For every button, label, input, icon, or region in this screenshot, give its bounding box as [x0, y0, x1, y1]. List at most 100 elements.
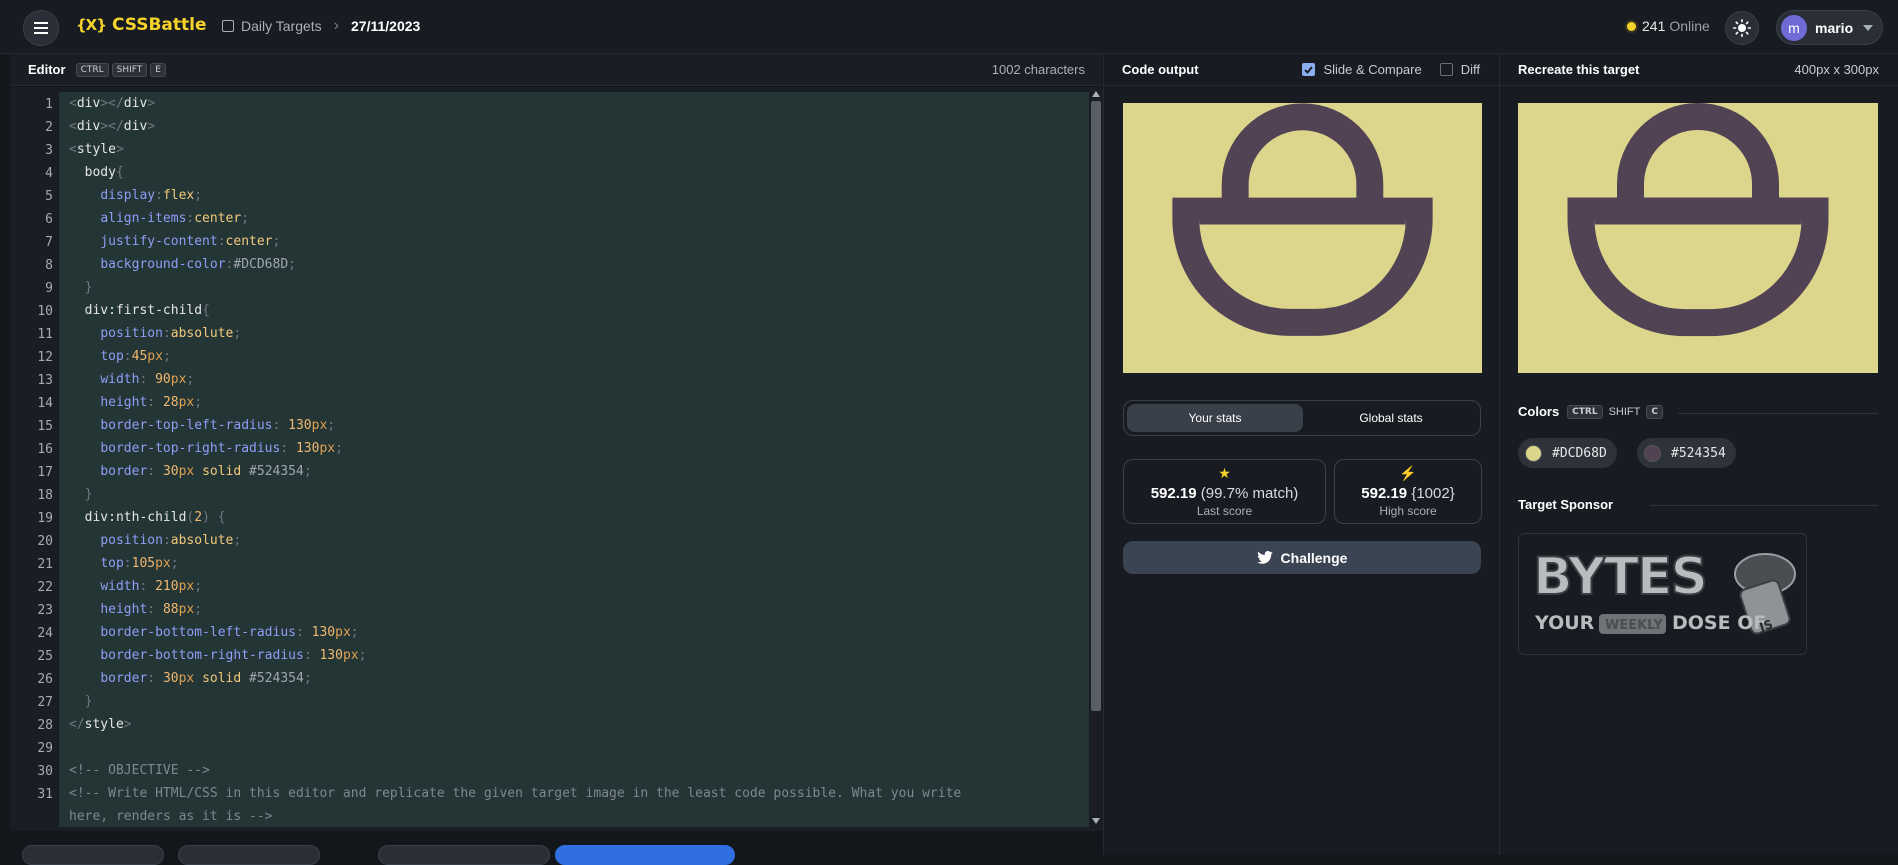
stats-tabs: Your stats Global stats: [1123, 400, 1481, 436]
line-number: 17: [37, 465, 53, 480]
online-indicator: 241 Online: [1627, 18, 1710, 34]
line-number: 15: [37, 419, 53, 434]
line-number-value: 4: [45, 166, 53, 181]
code-line: }: [84, 694, 93, 709]
editor-bottom-buttons: [10, 845, 1102, 865]
target-dimensions: 400px x 300px: [1794, 62, 1879, 77]
character-count: 1002 characters: [991, 62, 1085, 77]
code-line: align-items:center;: [100, 211, 250, 226]
editor-action-button[interactable]: [378, 845, 550, 865]
code-line: <div></div>: [69, 119, 156, 134]
line-number: 19⌄: [10, 507, 66, 530]
online-label: Online: [1669, 18, 1710, 34]
divider: [1650, 505, 1878, 506]
code-editor[interactable]: 1 2 3⌄ 4⌄ 5 6 7 8 9 10⌄ 11 12 13 14 15 1…: [10, 87, 1103, 831]
hamburger-icon: [34, 22, 48, 34]
shortcut-key: SHIFT: [1608, 405, 1641, 418]
logo[interactable]: {X} CSSBattle: [76, 15, 207, 35]
output-header: Code output Slide & Compare Diff: [1104, 54, 1499, 86]
line-number: 16: [37, 442, 53, 457]
avatar: m: [1781, 14, 1807, 41]
submit-button[interactable]: [555, 845, 735, 865]
code-line: border-bottom-right-radius: 130px;: [100, 648, 367, 663]
line-number: 28: [37, 718, 53, 733]
line-number-value: 19: [37, 511, 53, 526]
output-shape: [1172, 103, 1433, 336]
line-number: 5: [45, 189, 53, 204]
theme-toggle-button[interactable]: [1725, 11, 1759, 45]
user-name: mario: [1815, 19, 1854, 36]
sponsor-title: Target Sponsor: [1518, 497, 1614, 512]
editor-header: Editor CTRL SHIFT E 1002 characters: [10, 54, 1102, 86]
code-line: <style>: [69, 142, 124, 157]
sponsor-tag-dose: DOSE OF: [1672, 612, 1766, 634]
code-line: display:flex;: [100, 188, 203, 203]
line-number: 1: [45, 97, 53, 112]
line-number: 4⌄: [10, 162, 66, 185]
scroll-down-icon[interactable]: [1092, 818, 1100, 824]
line-number: 2: [45, 120, 53, 135]
colors-title: Colors: [1518, 404, 1560, 419]
chevron-right-icon: ›: [333, 17, 339, 34]
code-line: body{: [84, 165, 124, 180]
code-line: width: 210px;: [100, 579, 203, 594]
slide-compare-toggle[interactable]: Slide & Compare: [1302, 62, 1422, 77]
sponsor-logo[interactable]: BYTES YOUR WEEKLY DOSE OF JS: [1518, 533, 1807, 655]
line-number: 10⌄: [10, 300, 66, 323]
line-number: 20: [37, 534, 53, 549]
bytes-logo: BYTES YOUR WEEKLY DOSE OF JS: [1532, 546, 1796, 635]
shortcut-key: E: [150, 62, 166, 77]
sponsor-tag-your: YOUR: [1534, 612, 1595, 634]
code-line: <div></div>: [69, 96, 156, 111]
editor-action-button[interactable]: [178, 845, 320, 865]
checkbox-checked-icon: [1302, 63, 1316, 76]
code-line: </style>: [69, 717, 132, 732]
sponsor-word: BYTES: [1533, 547, 1706, 607]
editor-action-button[interactable]: [22, 845, 164, 865]
scroll-thumb[interactable]: [1091, 101, 1101, 711]
code-line: border-top-right-radius: 130px;: [100, 441, 343, 456]
tab-global-stats[interactable]: Global stats: [1303, 404, 1479, 432]
scroll-up-icon[interactable]: [1092, 91, 1100, 97]
output-title: Code output: [1122, 62, 1199, 77]
diff-toggle[interactable]: Diff: [1439, 62, 1480, 77]
last-score-label: Last score: [1196, 504, 1253, 518]
editor-scrollbar[interactable]: [1089, 87, 1103, 831]
breadcrumb-date: 27/11/2023: [351, 18, 421, 34]
code-line: width: 90px;: [100, 372, 195, 387]
line-number-value: 10: [37, 304, 53, 319]
line-number: 22: [37, 580, 53, 595]
calendar-icon: [222, 20, 234, 32]
high-score-label: High score: [1379, 504, 1437, 518]
twitter-icon: [1256, 551, 1273, 564]
challenge-button[interactable]: Challenge: [1123, 541, 1481, 574]
target-image[interactable]: [1518, 103, 1878, 373]
user-menu[interactable]: m mario: [1776, 10, 1883, 45]
target-panel: Recreate this target 400px x 300px Color…: [1499, 54, 1898, 855]
line-number-gutter: 1 2 3⌄ 4⌄ 5 6 7 8 9 10⌄ 11 12 13 14 15 1…: [10, 93, 66, 806]
code-line: height: 88px;: [100, 602, 203, 617]
line-number: 6: [45, 212, 53, 227]
color-swatch[interactable]: #DCD68D: [1518, 438, 1617, 468]
output-canvas[interactable]: [1123, 103, 1482, 373]
code-text-area[interactable]: <div></div> <div></div> <style> body{ di…: [59, 92, 1094, 827]
color-swatch[interactable]: #524354: [1637, 438, 1736, 468]
shortcut-key: CTRL: [1567, 404, 1603, 419]
code-line: justify-content:center;: [100, 234, 281, 249]
line-number: 23: [37, 603, 53, 618]
line-number: 3⌄: [10, 139, 66, 162]
code-line: top:105px;: [100, 556, 179, 571]
tab-your-stats[interactable]: Your stats: [1127, 404, 1303, 432]
code-line: position:absolute;: [100, 326, 242, 341]
code-line: border-bottom-left-radius: 130px;: [100, 625, 359, 640]
top-bar: {X} CSSBattle Daily Targets › 27/11/2023…: [0, 0, 1898, 54]
code-line: border-top-left-radius: 130px;: [100, 418, 336, 433]
star-icon: ★: [1218, 465, 1231, 481]
code-output-panel: Code output Slide & Compare Diff Your st…: [1103, 54, 1499, 855]
code-line: here, renders as it is -->: [69, 809, 273, 824]
code-line: div:nth-child(2) {: [84, 510, 226, 525]
breadcrumb-daily-targets[interactable]: Daily Targets: [241, 18, 322, 34]
menu-button[interactable]: [23, 10, 59, 46]
swatch-dot: [1525, 444, 1542, 462]
